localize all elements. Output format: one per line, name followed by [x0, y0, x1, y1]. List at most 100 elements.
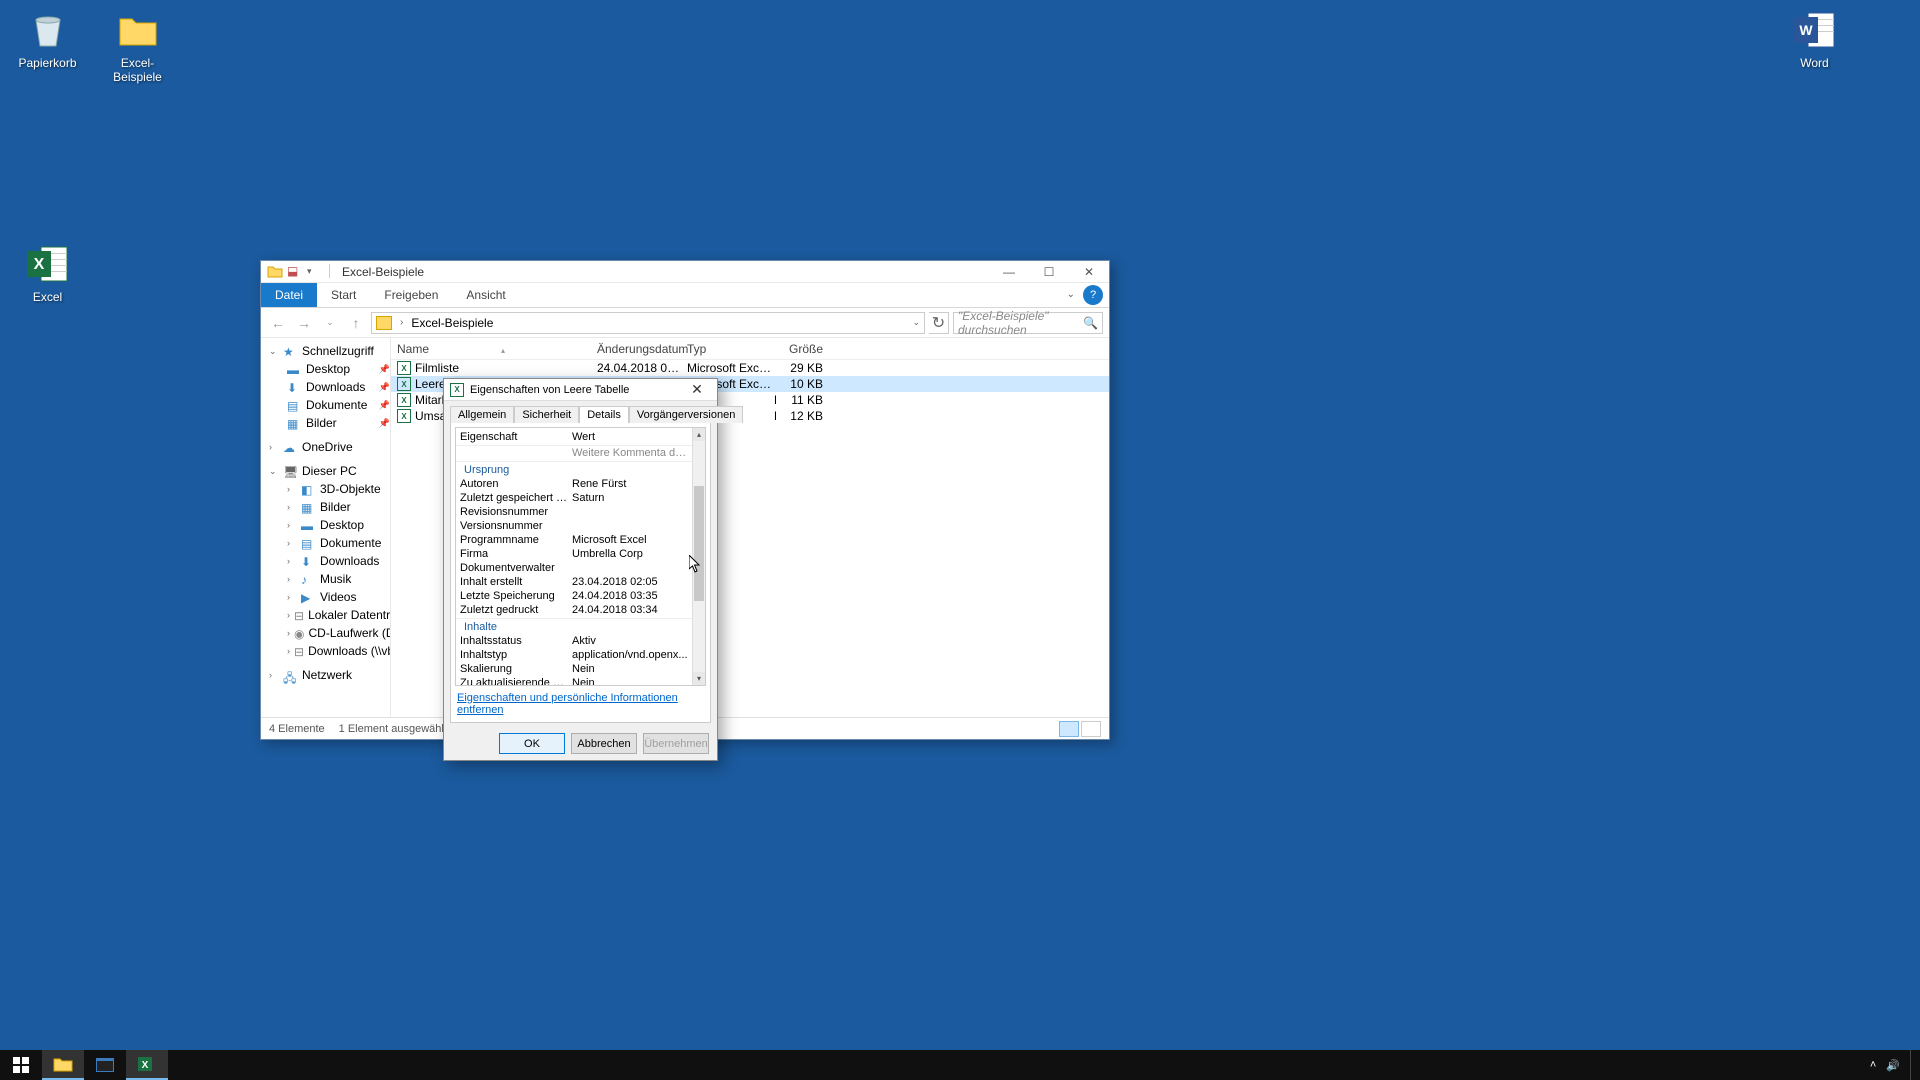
ribbon-tab-file[interactable]: Datei [261, 283, 317, 307]
detail-row[interactable]: Weitere Kommenta de ... [456, 446, 692, 460]
nav-up-button[interactable]: ↑ [345, 312, 367, 334]
nav-quick-access[interactable]: ⌄★Schnellzugriff [261, 342, 390, 360]
nav-item-localdisk[interactable]: ›⊟Lokaler Datenträger [279, 606, 390, 624]
ok-button[interactable]: OK [499, 733, 565, 754]
documents-icon: ▤ [301, 537, 316, 550]
maximize-button[interactable]: ☐ [1029, 261, 1069, 283]
chevron-right-icon[interactable]: › [398, 317, 405, 328]
show-desktop-button[interactable] [1910, 1050, 1916, 1080]
view-details-button[interactable] [1059, 721, 1079, 737]
help-button[interactable]: ? [1083, 285, 1103, 305]
nav-item-3d[interactable]: ›◧3D-Objekte [279, 480, 390, 498]
detail-list: Eigenschaft Wert Weitere Kommenta de ...… [455, 427, 706, 686]
nav-item-music[interactable]: ›♪Musik [279, 570, 390, 588]
properties-titlebar[interactable]: X Eigenschaften von Leere Tabelle ✕ [444, 379, 717, 401]
ribbon-expand-icon[interactable]: ⌄ [1067, 289, 1075, 307]
tab-previous-versions[interactable]: Vorgängerversionen [629, 406, 743, 423]
nav-item-pictures2[interactable]: ›▦Bilder [279, 498, 390, 516]
scrollbar[interactable]: ▴ ▾ [692, 428, 705, 685]
detail-list-header[interactable]: Eigenschaft Wert [456, 428, 705, 446]
column-name[interactable]: Name▴ [391, 342, 591, 356]
detail-row[interactable]: Letzte Speicherung24.04.2018 03:35 [456, 589, 692, 603]
properties-buttons: OK Abbrechen Übernehmen [444, 727, 717, 760]
taskbar-app[interactable] [84, 1050, 126, 1080]
detail-row[interactable]: Zu aktualisierende Verknüp...Nein [456, 676, 692, 685]
taskbar-excel[interactable]: X [126, 1050, 168, 1080]
nav-item-downloads2[interactable]: ›⬇Downloads [279, 552, 390, 570]
scroll-thumb[interactable] [694, 486, 704, 601]
scroll-down-button[interactable]: ▾ [693, 672, 705, 685]
tab-general[interactable]: Allgemein [450, 406, 514, 423]
tray-volume-icon[interactable]: 🔊 [1886, 1059, 1900, 1072]
nav-item-desktop2[interactable]: ›▬Desktop [279, 516, 390, 534]
desktop-icon-word[interactable]: W Word [1777, 6, 1852, 70]
breadcrumb[interactable]: › Excel-Beispiele ⌄ [371, 312, 925, 334]
folder-icon [376, 316, 392, 330]
nav-network[interactable]: ›🖧Netzwerk [261, 666, 390, 684]
column-size[interactable]: Größe [776, 342, 831, 356]
start-button[interactable] [0, 1050, 42, 1080]
remove-properties-link[interactable]: Eigenschaften und persönliche Informatio… [455, 686, 706, 718]
column-property[interactable]: Eigenschaft [456, 431, 568, 443]
detail-row[interactable]: Dokumentverwalter [456, 561, 692, 575]
search-input[interactable]: "Excel-Beispiele" durchsuchen 🔍 [953, 312, 1103, 334]
desktop-icon-recycle-bin[interactable]: Papierkorb [10, 6, 85, 70]
detail-row[interactable]: Inhalt erstellt23.04.2018 02:05 [456, 575, 692, 589]
nav-this-pc[interactable]: ⌄🖥Dieser PC [261, 462, 390, 480]
cancel-button[interactable]: Abbrechen [571, 733, 637, 754]
detail-row[interactable]: AutorenRene Fürst [456, 477, 692, 491]
scroll-up-button[interactable]: ▴ [693, 428, 705, 441]
desktop-icon-folder[interactable]: Excel-Beispiele [100, 6, 175, 84]
detail-row[interactable]: FirmaUmbrella Corp [456, 547, 692, 561]
breadcrumb-segment[interactable]: Excel-Beispiele [411, 316, 493, 330]
nav-item-cddrive[interactable]: ›◉CD-Laufwerk (D:) Vi [279, 624, 390, 642]
column-date[interactable]: Änderungsdatum [591, 342, 681, 356]
view-large-button[interactable] [1081, 721, 1101, 737]
tab-security[interactable]: Sicherheit [514, 406, 579, 423]
minimize-button[interactable]: — [989, 261, 1029, 283]
file-row[interactable]: XFilmliste 24.04.2018 03:17 Microsoft Ex… [391, 360, 1109, 376]
detail-row[interactable]: Zuletzt gespeichert vonSaturn [456, 491, 692, 505]
detail-row[interactable]: Zuletzt gedruckt24.04.2018 03:34 [456, 603, 692, 617]
taskbar-explorer[interactable] [42, 1050, 84, 1080]
nav-item-netdrive[interactable]: ›⊟Downloads (\\vbox [279, 642, 390, 660]
nav-recent-button[interactable]: ⌄ [319, 312, 341, 334]
explorer-titlebar[interactable]: ⬓ ▾ Excel-Beispiele — ☐ ✕ [261, 261, 1109, 283]
tab-details[interactable]: Details [579, 406, 629, 423]
documents-icon: ▤ [287, 399, 302, 412]
ribbon-tab-view[interactable]: Ansicht [452, 283, 519, 307]
apply-button[interactable]: Übernehmen [643, 733, 709, 754]
detail-row[interactable]: InhaltsstatusAktiv [456, 634, 692, 648]
file-list-header[interactable]: Name▴ Änderungsdatum Typ Größe [391, 338, 1109, 360]
ribbon-tab-share[interactable]: Freigeben [370, 283, 452, 307]
close-button[interactable]: ✕ [683, 380, 711, 400]
refresh-button[interactable]: ↻ [929, 312, 949, 334]
column-value[interactable]: Wert [568, 431, 705, 443]
nav-forward-button[interactable]: → [293, 312, 315, 334]
tray-chevron-icon[interactable]: ˄ [1870, 1059, 1876, 1071]
detail-list-body[interactable]: Weitere Kommenta de ... Ursprung Autoren… [456, 446, 692, 685]
detail-row[interactable]: Inhaltstypapplication/vnd.openx... [456, 648, 692, 662]
nav-item-pictures[interactable]: ▦Bilder📌 [279, 414, 390, 432]
ribbon-tab-start[interactable]: Start [317, 283, 370, 307]
nav-onedrive[interactable]: ›☁OneDrive [261, 438, 390, 456]
search-icon[interactable]: 🔍 [1083, 316, 1098, 330]
desktop-icon-excel[interactable]: X Excel [10, 240, 85, 304]
videos-icon: ▶ [301, 591, 316, 604]
pictures-icon: ▦ [287, 417, 302, 430]
detail-row[interactable]: ProgrammnameMicrosoft Excel [456, 533, 692, 547]
detail-row[interactable]: Versionsnummer [456, 519, 692, 533]
nav-item-documents2[interactable]: ›▤Dokumente [279, 534, 390, 552]
breadcrumb-dropdown-icon[interactable]: ⌄ [908, 317, 920, 328]
qat-icon[interactable]: ⬓ [287, 264, 303, 280]
nav-item-documents[interactable]: ▤Dokumente📌 [279, 396, 390, 414]
qat-dropdown-icon[interactable]: ▾ [307, 264, 323, 280]
nav-back-button[interactable]: ← [267, 312, 289, 334]
detail-row[interactable]: Revisionsnummer [456, 505, 692, 519]
nav-item-videos[interactable]: ›▶Videos [279, 588, 390, 606]
close-button[interactable]: ✕ [1069, 261, 1109, 283]
column-type[interactable]: Typ [681, 342, 776, 356]
detail-row[interactable]: SkalierungNein [456, 662, 692, 676]
nav-item-desktop[interactable]: ▬Desktop📌 [279, 360, 390, 378]
nav-item-downloads[interactable]: ⬇Downloads📌 [279, 378, 390, 396]
